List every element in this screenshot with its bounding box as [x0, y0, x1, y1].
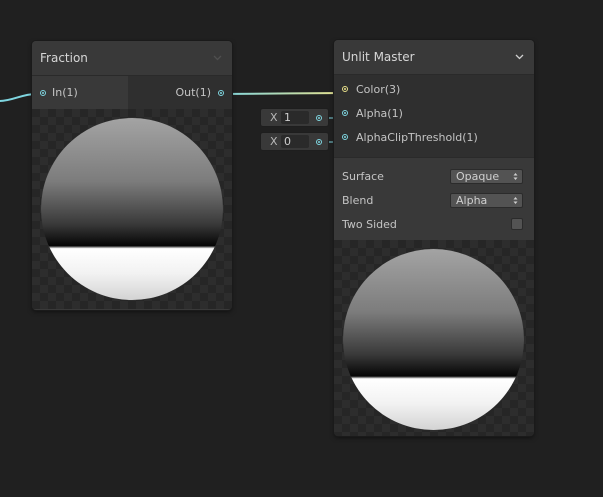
port-in-label: In(1) [52, 86, 78, 99]
shader-graph-canvas[interactable]: Fraction In(1) Out(1) X 1 X 0 Unlit Mast… [0, 0, 603, 497]
port-alpha-dot[interactable] [342, 110, 348, 116]
port-in[interactable]: In(1) [32, 76, 128, 109]
port-in-dot[interactable] [40, 89, 46, 96]
blend-label: Blend [342, 193, 374, 207]
alpha-input-value[interactable]: 1 [281, 111, 309, 124]
alphaclip-input-axis: X [270, 135, 278, 148]
surface-value: Opaque [456, 169, 500, 183]
fraction-ports: In(1) Out(1) [32, 76, 232, 109]
port-alphaclip[interactable]: AlphaClipThreshold(1) [334, 125, 534, 149]
port-alphaclip-label: AlphaClipThreshold(1) [356, 130, 478, 144]
wire-fraction-to-color[interactable] [219, 92, 347, 95]
alpha-input-axis: X [270, 111, 278, 124]
preview-sphere [343, 249, 524, 430]
blend-value: Alpha [456, 193, 488, 207]
ports-spacer [334, 149, 534, 157]
setting-surface: Surface Opaque [334, 164, 534, 188]
port-color-dot[interactable] [342, 86, 348, 92]
port-color[interactable]: Color(3) [334, 77, 534, 101]
setting-blend: Blend Alpha [334, 188, 534, 212]
two-sided-toggle[interactable] [511, 218, 523, 230]
unlit-node-title: Unlit Master [342, 50, 415, 64]
alphaclip-input-value[interactable]: 0 [281, 135, 309, 148]
fraction-preview[interactable] [32, 109, 232, 309]
unlit-settings: Surface Opaque Blend Alpha Two Sided [334, 157, 534, 240]
chevron-down-icon[interactable] [211, 52, 223, 64]
port-out-dot[interactable] [218, 89, 224, 96]
fraction-node[interactable]: Fraction In(1) Out(1) [32, 41, 232, 310]
port-alphaclip-dot[interactable] [342, 134, 348, 140]
surface-label: Surface [342, 169, 384, 183]
unlit-master-node[interactable]: Unlit Master Color(3) Alpha(1) AlphaClip… [334, 40, 534, 436]
chevron-down-icon[interactable] [513, 51, 525, 63]
fraction-node-title: Fraction [40, 51, 88, 65]
port-alpha-label: Alpha(1) [356, 106, 403, 120]
two-sided-label: Two Sided [342, 217, 397, 231]
unlit-preview[interactable] [334, 240, 534, 436]
unlit-node-header[interactable]: Unlit Master [334, 40, 534, 75]
surface-dropdown[interactable]: Opaque [450, 168, 523, 184]
port-out-label: Out(1) [175, 86, 211, 99]
updown-arrows-icon [513, 196, 518, 205]
fraction-node-header[interactable]: Fraction [32, 41, 232, 76]
port-alpha[interactable]: Alpha(1) [334, 101, 534, 125]
port-out[interactable]: Out(1) [128, 76, 232, 109]
updown-arrows-icon [513, 172, 518, 181]
unlit-input-ports: Color(3) Alpha(1) AlphaClipThreshold(1) [334, 75, 534, 157]
setting-two-sided: Two Sided [334, 212, 534, 236]
alpha-inline-output-dot[interactable] [316, 115, 322, 121]
port-color-label: Color(3) [356, 82, 401, 96]
blend-dropdown[interactable]: Alpha [450, 192, 523, 208]
preview-sphere [41, 118, 223, 300]
alphaclip-inline-output-dot[interactable] [316, 139, 322, 145]
